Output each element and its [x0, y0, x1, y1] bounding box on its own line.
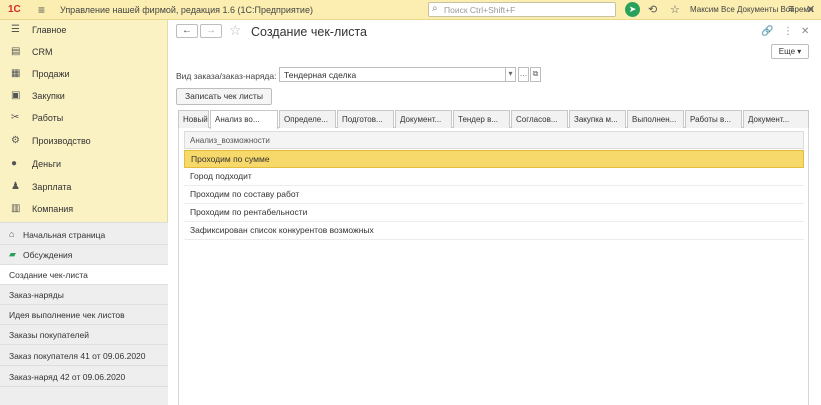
crm-icon: ▤ — [11, 46, 21, 57]
search-placeholder: Поиск Ctrl+Shift+F — [444, 5, 516, 15]
sidebar-item-crm[interactable]: ▤ CRM — [0, 42, 168, 64]
close-icon[interactable]: ✕ — [806, 3, 815, 16]
sidebar-item-works[interactable]: ✂ Работы — [0, 108, 168, 130]
favorite-star-icon[interactable]: ☆ — [229, 22, 242, 39]
sidebar-item-label: Главное — [32, 25, 67, 35]
sidebar-item-label: Продажи — [32, 69, 70, 79]
more-button[interactable]: Еще ▾ — [771, 44, 809, 59]
table-row[interactable]: Проходим по рентабельности — [184, 204, 804, 222]
production-icon: ⚙ — [11, 135, 20, 146]
tab-preparation[interactable]: Подготов... — [337, 110, 394, 128]
sidebar-item-main[interactable]: ☰ Главное — [0, 20, 168, 42]
back-button[interactable]: ← — [176, 24, 198, 38]
settings-icon[interactable]: ≡ — [788, 3, 794, 15]
open-window-label: Идея выполнение чек листов — [9, 310, 125, 320]
home-icon: ⌂ — [9, 229, 15, 239]
sidebar-item-purchases[interactable]: ▣ Закупки — [0, 86, 168, 108]
tab-bar: Новый Анализ во... Определе... Подготов.… — [178, 110, 809, 129]
works-icon: ✂ — [11, 112, 20, 123]
sidebar-item-sales[interactable]: ▦ Продажи — [0, 64, 168, 86]
table-row[interactable]: Проходим по сумме — [184, 150, 804, 168]
sidebar-item-money[interactable]: ● Деньги — [0, 154, 168, 176]
table-row[interactable]: Город подходит — [184, 168, 804, 186]
money-icon: ● — [11, 158, 18, 169]
open-window-work-orders[interactable]: Заказ-наряды — [0, 285, 168, 305]
link-icon[interactable]: 🔗 — [761, 26, 773, 37]
open-window-label: Заказы покупателей — [9, 330, 89, 340]
open-window-label: Обсуждения — [23, 250, 73, 260]
close-form-icon[interactable]: ✕ — [801, 26, 809, 37]
open-window-label: Начальная страница — [23, 230, 106, 240]
open-window-home[interactable]: ⌂ Начальная страница — [0, 225, 168, 245]
open-window-customer-orders[interactable]: Заказы покупателей — [0, 325, 168, 345]
open-window-label: Создание чек-листа — [9, 270, 88, 280]
sidebar-item-production[interactable]: ⚙ Производство — [0, 131, 168, 153]
page-title: Создание чек-листа — [251, 25, 368, 39]
sidebar-item-label: Закупки — [32, 91, 65, 101]
hamburger-icon[interactable]: ≡ — [38, 3, 45, 17]
sidebar: ☰ Главное ▤ CRM ▦ Продажи ▣ Закупки ✂ Ра… — [0, 20, 168, 405]
company-icon: ▥ — [11, 203, 21, 214]
open-window-label: Заказ-наряды — [9, 290, 64, 300]
tab-approval[interactable]: Согласов... — [511, 110, 568, 128]
search-icon: ⌕ — [432, 3, 438, 14]
tab-documents-2[interactable]: Документ... — [743, 110, 809, 128]
more-button-label: Еще — [778, 47, 796, 56]
sidebar-item-label: Работы — [32, 113, 64, 123]
tab-documents[interactable]: Документ... — [395, 110, 452, 128]
telegram-icon[interactable]: ➤ — [625, 2, 640, 17]
open-window-idea[interactable]: Идея выполнение чек листов — [0, 305, 168, 325]
open-window-create-checklist[interactable]: Создание чек-листа — [0, 265, 168, 285]
app-logo: 1С — [8, 4, 21, 15]
sales-icon: ▦ — [11, 68, 21, 79]
open-window-label: Заказ покупателя 41 от 09.06.2020 — [9, 351, 146, 361]
checklist-table: Анализ_возможности Проходим по сумме Гор… — [178, 128, 809, 405]
window-title: Управление нашей фирмой, редакция 1.6 (1… — [60, 5, 313, 15]
table-row[interactable]: Зафиксирован список конкурентов возможны… — [184, 222, 804, 240]
salary-icon: ♟ — [11, 181, 20, 192]
chat-icon: ▰ — [9, 249, 16, 259]
open-windows-list: ⌂ Начальная страница ▰ Обсуждения Создан… — [0, 222, 168, 405]
open-window-discussions[interactable]: ▰ Обсуждения — [0, 245, 168, 265]
main-panel: ← → ☆ Создание чек-листа 🔗 ⋮ ✕ Еще ▾ Вид… — [169, 20, 821, 405]
tab-tender[interactable]: Тендер в... — [453, 110, 510, 128]
dropdown-icon[interactable]: ▾ — [505, 67, 516, 82]
sidebar-item-label: Деньги — [32, 159, 62, 169]
open-window-customer-order-41[interactable]: Заказ покупателя 41 от 09.06.2020 — [0, 346, 168, 366]
menu-icon: ☰ — [11, 24, 20, 35]
table-row[interactable]: Проходим по составу работ — [184, 186, 804, 204]
save-checklists-button[interactable]: Записать чек листы — [176, 88, 272, 105]
history-icon[interactable]: ⟲ — [648, 3, 657, 16]
column-header[interactable]: Анализ_возможности — [184, 131, 804, 149]
sidebar-item-label: CRM — [32, 47, 53, 57]
tab-new[interactable]: Новый — [178, 110, 209, 128]
title-bar: 1С ≡ Управление нашей фирмой, редакция 1… — [0, 0, 821, 20]
tab-analysis[interactable]: Анализ во... — [210, 110, 278, 129]
open-window-label: Заказ-наряд 42 от 09.06.2020 — [9, 372, 126, 382]
tab-procurement[interactable]: Закупка м... — [569, 110, 626, 128]
open-icon[interactable]: ⧉ — [530, 67, 541, 82]
tab-definition[interactable]: Определе... — [279, 110, 336, 128]
sidebar-item-label: Производство — [32, 136, 91, 146]
order-type-label: Вид заказа/заказ-наряда: — [176, 71, 277, 81]
star-icon[interactable]: ☆ — [670, 3, 680, 16]
more-vertical-icon[interactable]: ⋮ — [783, 26, 793, 37]
purchases-icon: ▣ — [11, 90, 21, 101]
order-type-field[interactable]: Тендерная сделка — [279, 67, 513, 82]
sidebar-item-label: Зарплата — [32, 182, 72, 192]
sidebar-item-company[interactable]: ▥ Компания — [0, 199, 168, 221]
user-name[interactable]: Максим Все Документы Вовремя — [690, 5, 813, 14]
sidebar-item-salary[interactable]: ♟ Зарплата — [0, 177, 168, 199]
tab-works[interactable]: Работы в... — [685, 110, 742, 128]
open-window-work-order-42[interactable]: Заказ-наряд 42 от 09.06.2020 — [0, 367, 168, 387]
tab-execution[interactable]: Выполнен... — [627, 110, 684, 128]
forward-button[interactable]: → — [200, 24, 222, 38]
search-input[interactable]: ⌕ Поиск Ctrl+Shift+F — [428, 2, 616, 17]
sidebar-item-label: Компания — [32, 204, 74, 214]
select-icon[interactable]: … — [518, 67, 529, 82]
